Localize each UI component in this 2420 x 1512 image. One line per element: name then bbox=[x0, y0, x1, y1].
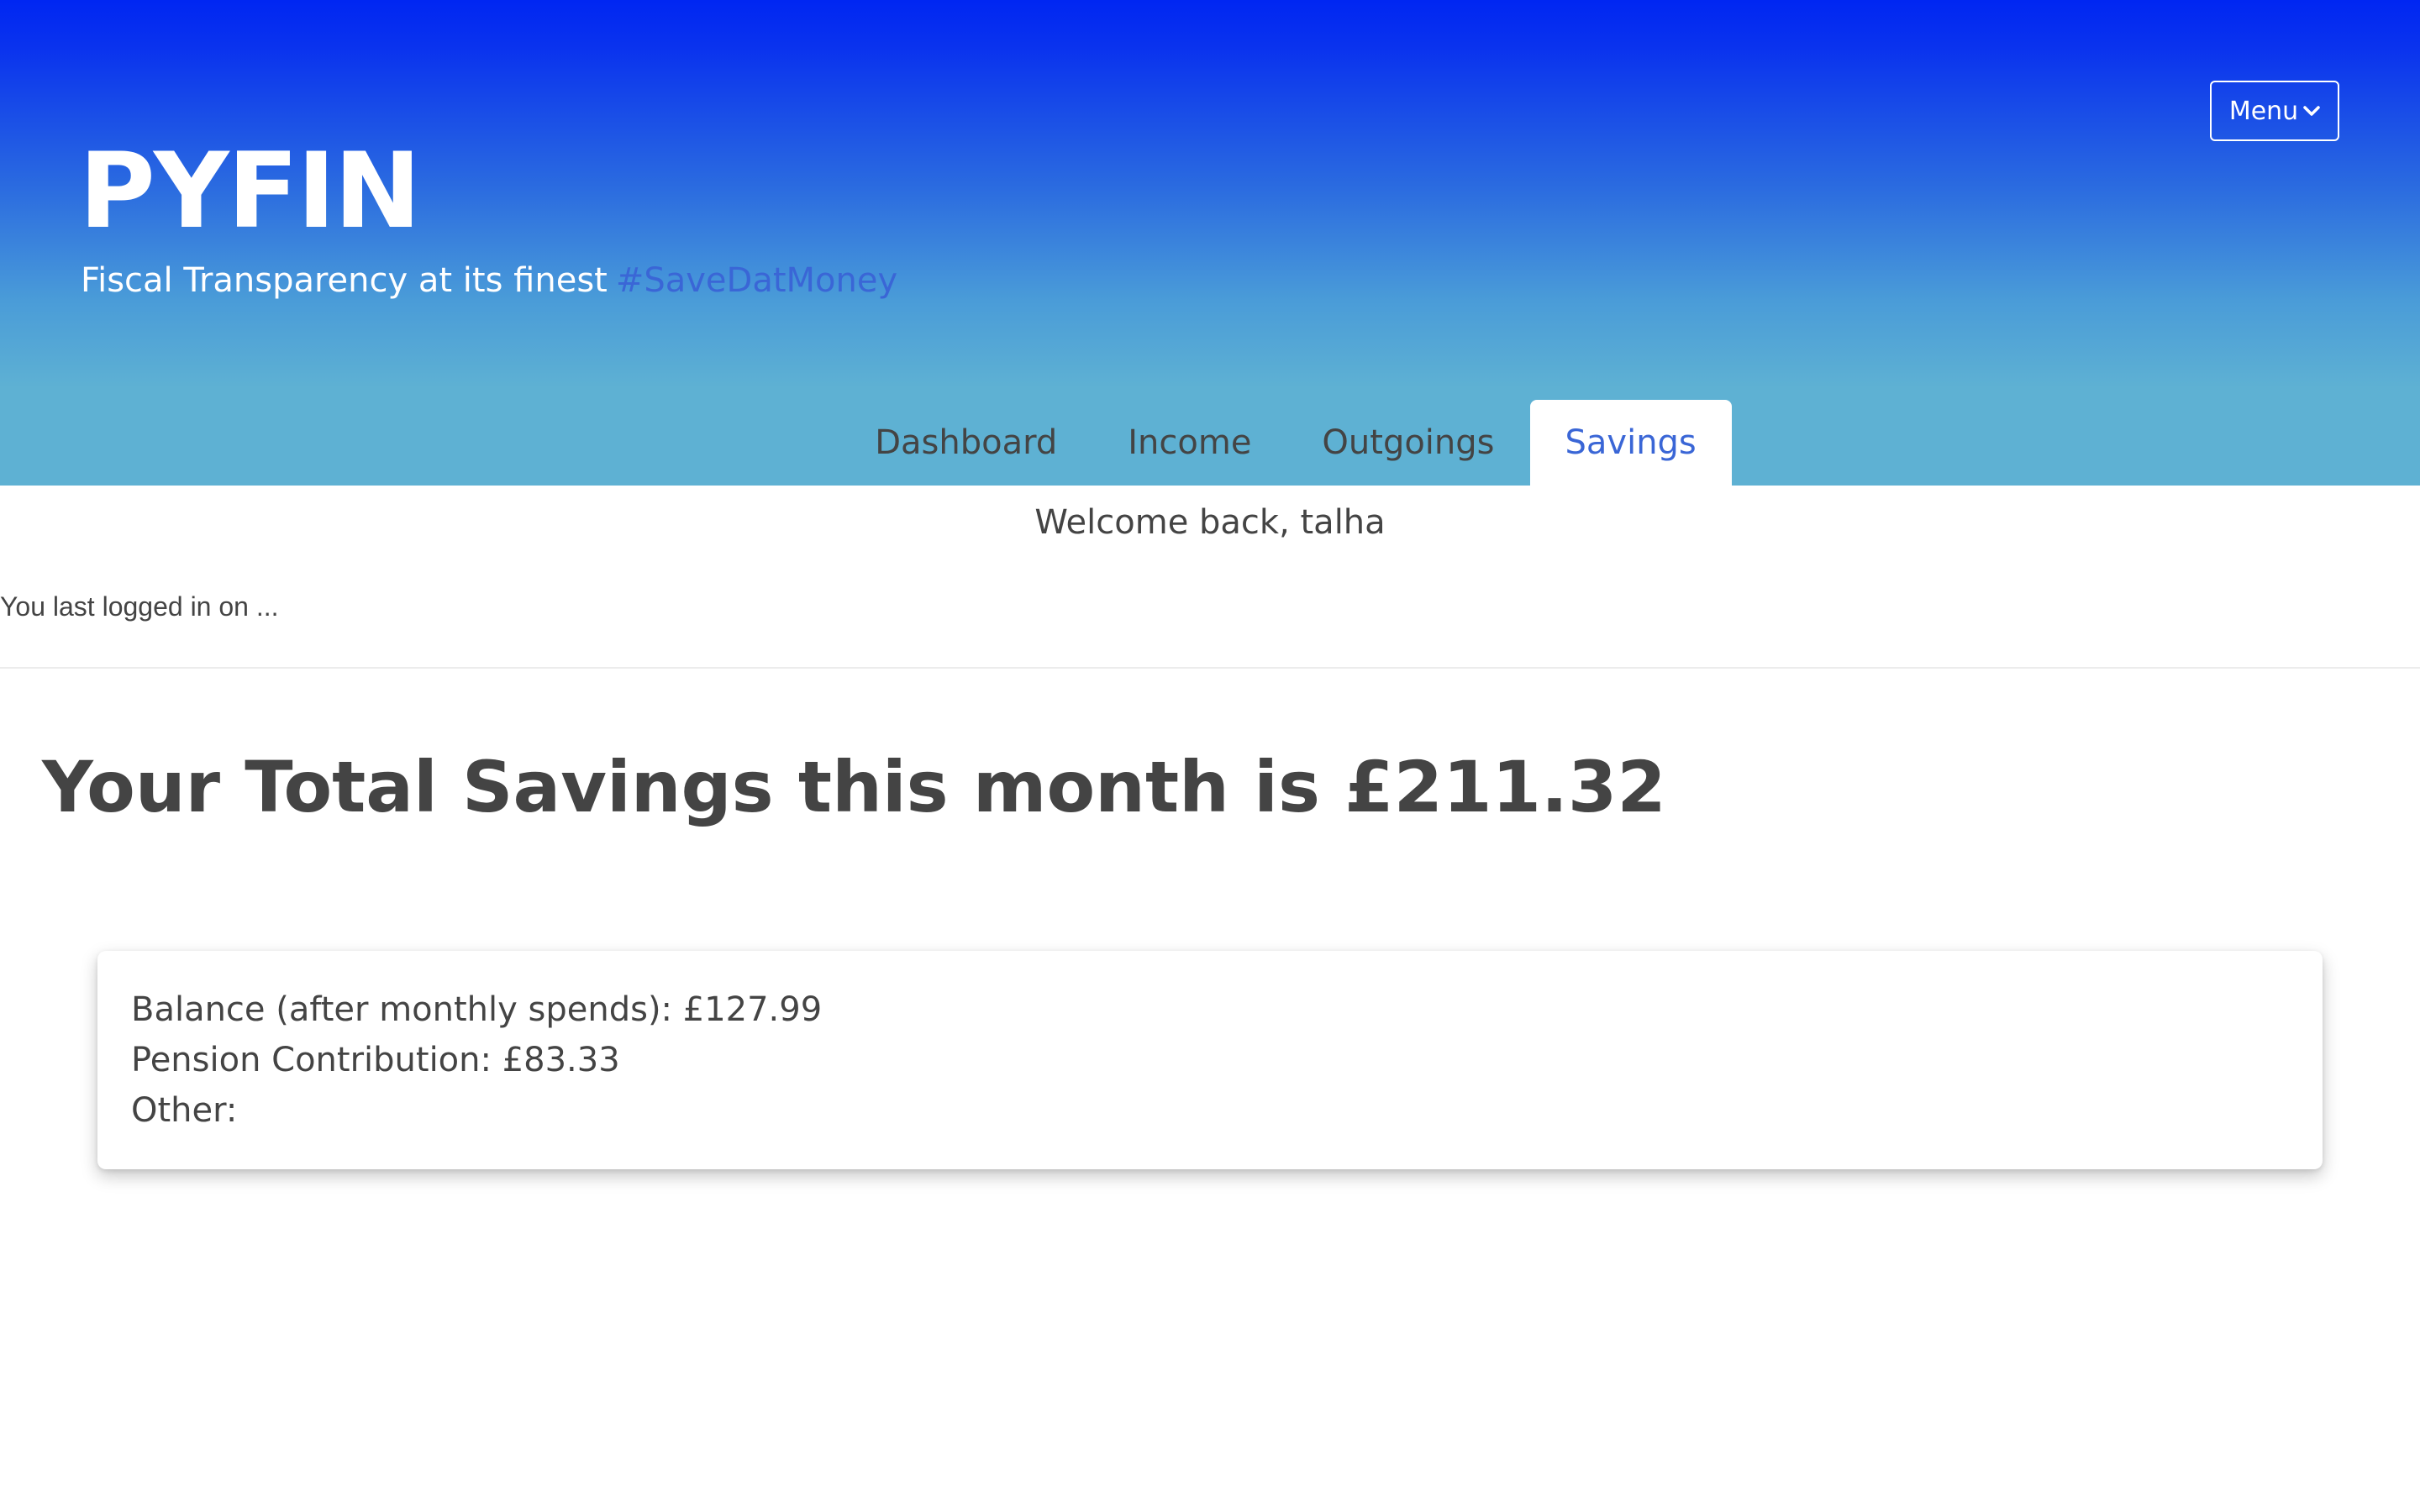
hashtag-link[interactable]: #SaveDatMoney bbox=[616, 261, 897, 300]
total-savings-heading: Your Total Savings this month is £211.32 bbox=[42, 746, 1666, 828]
chevron-down-icon bbox=[2303, 106, 2320, 116]
welcome-message: Welcome back, talha bbox=[1034, 503, 1386, 542]
tab-outgoings[interactable]: Outgoings bbox=[1286, 400, 1529, 486]
divider bbox=[0, 667, 2420, 669]
tab-dashboard[interactable]: Dashboard bbox=[839, 400, 1092, 486]
tab-savings[interactable]: Savings bbox=[1529, 400, 1732, 486]
menu-button-label: Menu bbox=[2228, 96, 2299, 126]
savings-breakdown-card: Balance (after monthly spends): £127.99 … bbox=[97, 951, 2323, 1169]
menu-button[interactable]: Menu bbox=[2210, 81, 2339, 141]
other-line: Other: bbox=[131, 1091, 238, 1130]
app-title: PYFIN bbox=[79, 131, 421, 252]
tab-income[interactable]: Income bbox=[1092, 400, 1286, 486]
pension-line: Pension Contribution: £83.33 bbox=[131, 1041, 620, 1079]
app-subtitle: Fiscal Transparency at its finest #SaveDa… bbox=[81, 257, 897, 304]
nav-tabs: Dashboard Income Outgoings Savings bbox=[0, 400, 2420, 486]
header-banner: PYFIN Fiscal Transparency at its finest #… bbox=[0, 0, 2420, 486]
last-login-text: You last logged in on ... bbox=[0, 591, 279, 622]
app-tagline: Fiscal Transparency at its finest bbox=[81, 261, 608, 300]
balance-line: Balance (after monthly spends): £127.99 bbox=[131, 990, 823, 1029]
